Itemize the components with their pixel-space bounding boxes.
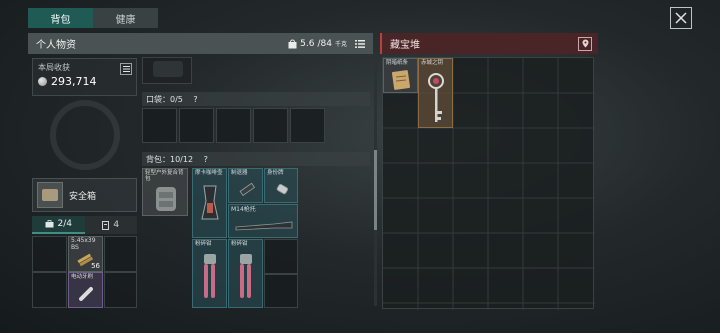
equipment-slot[interactable]	[142, 57, 192, 84]
item-name: 粉碎钳	[231, 241, 248, 247]
safe-slot[interactable]	[32, 272, 67, 308]
pocket-slot[interactable]	[253, 108, 288, 143]
tab-health[interactable]: 健康	[93, 8, 158, 28]
top-tabs: 背包 健康	[28, 8, 158, 28]
pliers-icon	[204, 254, 216, 298]
earnings-value: 293,714	[51, 75, 97, 88]
tab-safe-other[interactable]: 4	[84, 216, 137, 234]
item-name: 轻型户外复合背包	[145, 170, 184, 183]
moka-pot-icon	[201, 185, 219, 220]
item-count: 56	[91, 262, 100, 270]
stash-header: 藏宝堆	[380, 33, 598, 54]
item-name: 摩卡咖啡壶	[195, 170, 223, 176]
earnings-list-button[interactable]	[120, 63, 132, 75]
pocket-grid	[142, 108, 327, 145]
safe-tabs: 2/4 4	[32, 216, 137, 234]
weight-max: /84	[317, 38, 332, 49]
weight-value: 5.6	[300, 38, 315, 49]
pocket-count: 口袋：0/5	[146, 95, 183, 104]
pocket-slot[interactable]	[290, 108, 325, 143]
item-name: M14枪托	[231, 206, 256, 213]
key-icon	[428, 73, 444, 122]
stash-grid: 阴暗纸条 赤城之钥	[382, 57, 595, 310]
muzzle-brake-icon	[239, 182, 256, 197]
personal-items-header: 个人物资 5.6/84 千克	[28, 33, 373, 54]
safe-slot[interactable]	[104, 236, 137, 272]
pocket-slot[interactable]	[216, 108, 251, 143]
backpack-slot[interactable]	[264, 274, 298, 308]
pocket-help-icon[interactable]: ?	[193, 95, 197, 104]
backpack-label: 背包：10/12 ?	[142, 152, 370, 166]
backpack-item[interactable]: 摩卡咖啡壶	[192, 168, 227, 238]
stash-location-button[interactable]	[578, 36, 592, 51]
item-name: 电动牙刷	[71, 274, 94, 280]
close-icon	[675, 12, 687, 24]
weight-unit: 千克	[334, 41, 347, 48]
tab-backpack[interactable]: 背包	[28, 8, 93, 28]
item-name: 身份牌	[267, 170, 284, 176]
equipment-item-icon	[153, 61, 183, 77]
earnings-label: 本局收获	[38, 63, 70, 72]
backpack-slot[interactable]	[264, 239, 298, 274]
item-name: 制退器	[231, 170, 248, 176]
coin-icon	[38, 77, 47, 86]
stash-item-key[interactable]: 赤城之钥	[418, 58, 453, 128]
container-icon	[102, 220, 110, 230]
dog-tag-icon	[276, 183, 289, 195]
list-icon	[122, 66, 130, 72]
list-icon[interactable]	[355, 39, 365, 48]
safe-item-toothbrush[interactable]: 电动牙刷	[68, 272, 103, 308]
backpack-count: 背包：10/12	[146, 155, 194, 164]
safe-slot[interactable]	[32, 236, 67, 272]
safe-box[interactable]: 安全箱	[32, 178, 137, 212]
backpack-item[interactable]: 制退器	[228, 168, 263, 203]
weight-icon	[288, 39, 297, 48]
backpack-item[interactable]: 粉碎钳	[228, 239, 263, 308]
weight-indicator: 5.6/84 千克	[288, 39, 347, 49]
earnings-panel: 本局收获 293,714	[32, 58, 137, 96]
inventory-scroll-thumb[interactable]	[374, 150, 377, 230]
safe-box-label: 安全箱	[69, 191, 97, 202]
safe-box-icon	[37, 182, 63, 208]
stash-grid-lines	[383, 58, 595, 310]
stash-title: 藏宝堆	[390, 40, 420, 51]
item-name: 赤城之钥	[421, 60, 444, 66]
safe-items-count: 2/4	[57, 219, 72, 229]
briefcase-icon	[45, 220, 53, 228]
location-pin-icon	[582, 39, 588, 48]
safe-slot[interactable]	[104, 272, 137, 308]
safe-other-count: 4	[113, 220, 120, 230]
personal-items-title: 个人物资	[36, 40, 76, 51]
item-name: 阴暗纸条	[386, 60, 409, 66]
pocket-slot[interactable]	[142, 108, 177, 143]
backpack-help-icon[interactable]: ?	[204, 155, 208, 164]
tab-safe-items[interactable]: 2/4	[32, 216, 85, 234]
backpack-item[interactable]: M14枪托	[228, 204, 298, 238]
close-button[interactable]	[670, 7, 692, 29]
earnings-value-row: 293,714	[38, 75, 131, 88]
rifle-stock-icon	[235, 221, 293, 231]
faction-emblem	[50, 100, 120, 170]
backpack-item[interactable]: 身份牌	[264, 168, 298, 203]
safe-grid: 5.45x39 BS 56 电动牙刷	[32, 236, 137, 308]
backpack-item[interactable]: 粉碎钳	[192, 239, 227, 308]
pocket-label: 口袋：0/5 ?	[142, 92, 370, 106]
backpack-grid: 摩卡咖啡壶 制退器 身份牌 M14枪托 粉碎钳 粉碎钳	[192, 168, 298, 308]
note-icon	[391, 70, 411, 90]
backpack-icon	[156, 187, 176, 211]
toothbrush-icon	[79, 287, 93, 301]
pliers-icon	[240, 254, 252, 298]
backpack-equipped-item[interactable]: 轻型户外复合背包	[142, 168, 188, 216]
stash-item-note[interactable]: 阴暗纸条	[383, 58, 418, 93]
safe-item-ammo[interactable]: 5.45x39 BS 56	[68, 236, 103, 272]
item-name: 粉碎钳	[195, 241, 212, 247]
pocket-slot[interactable]	[179, 108, 214, 143]
